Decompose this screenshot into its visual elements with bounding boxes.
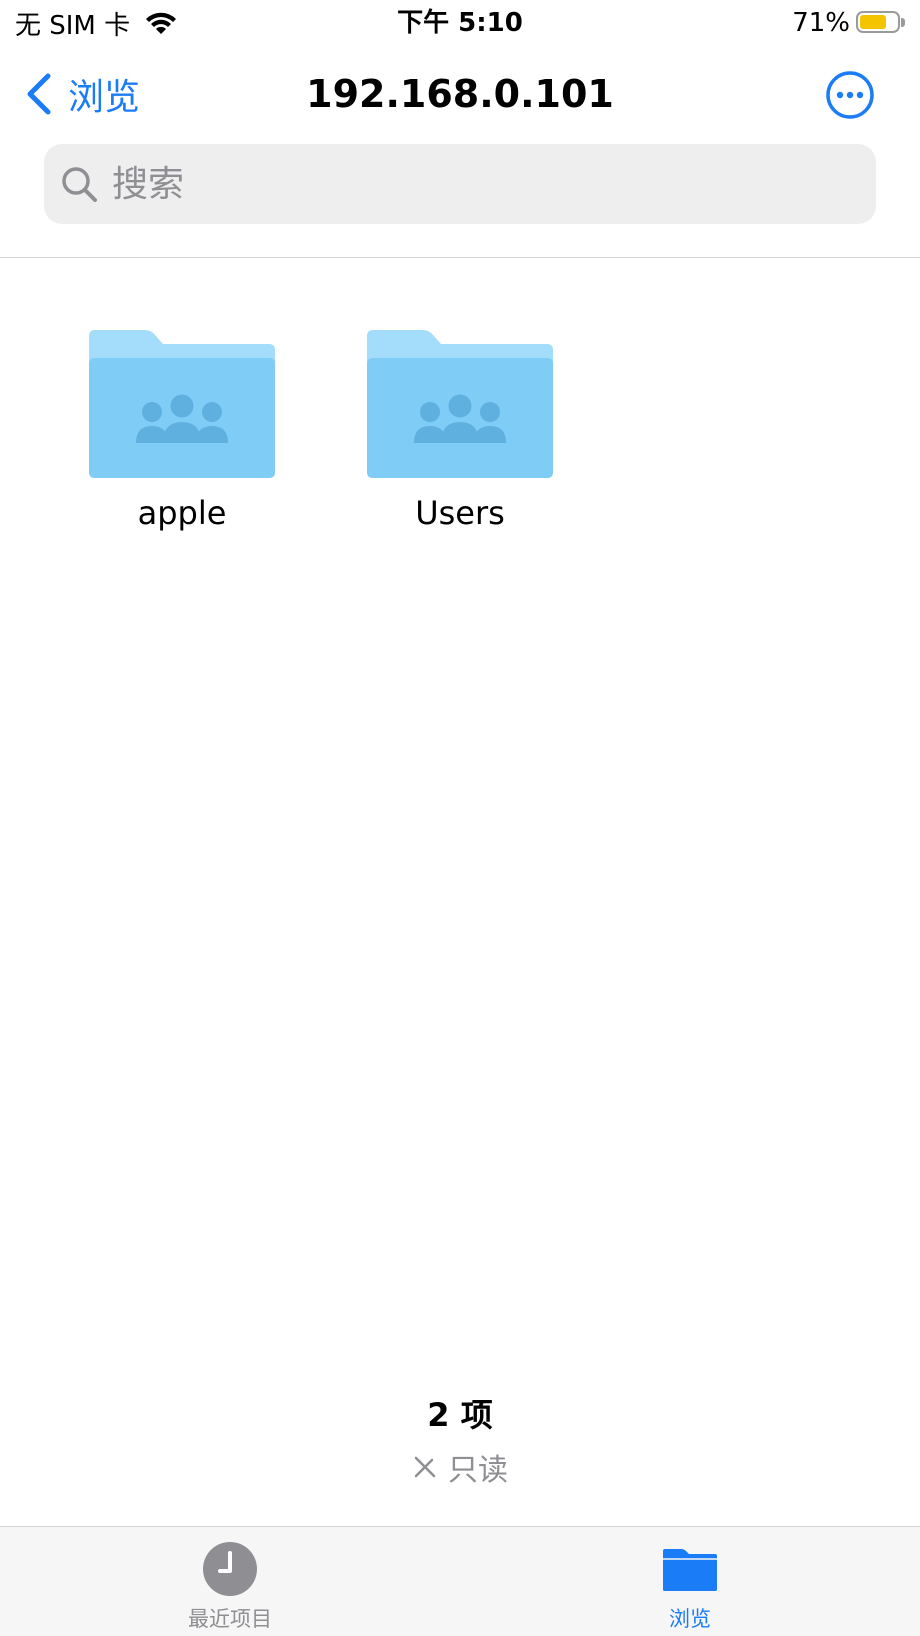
navigation-bar: 浏览 192.168.0.101 bbox=[0, 56, 920, 132]
folder-name: Users bbox=[415, 494, 505, 532]
page-title: 192.168.0.101 bbox=[306, 72, 614, 116]
files-app-screen: 无 SIM 卡 下午 5:10 71% 浏览 192.168.0.101 搜索 … bbox=[0, 0, 920, 1636]
tab-browse[interactable]: 浏览 bbox=[610, 1541, 770, 1633]
folder-item-users[interactable]: Users bbox=[350, 326, 570, 532]
clock-icon bbox=[203, 1542, 257, 1596]
folder-item-apple[interactable]: apple bbox=[72, 326, 292, 532]
search-icon bbox=[62, 167, 97, 202]
read-only-label: 只读 bbox=[448, 1453, 508, 1488]
search-bar[interactable] bbox=[44, 144, 876, 224]
battery-icon bbox=[856, 11, 906, 35]
read-only-indicator: 只读 bbox=[0, 1445, 920, 1489]
folder-icon bbox=[663, 1549, 717, 1591]
tab-label: 浏览 bbox=[669, 1607, 711, 1631]
ellipsis-circle-icon[interactable] bbox=[825, 70, 875, 120]
pencil-slash-icon bbox=[414, 1456, 436, 1478]
tab-label: 最近项目 bbox=[188, 1607, 272, 1631]
folder-name: apple bbox=[137, 494, 227, 532]
header-divider bbox=[0, 257, 920, 258]
shared-folder-icon bbox=[89, 330, 275, 478]
tab-bar: 最近项目 浏览 bbox=[0, 1526, 920, 1636]
battery-percent: 71% bbox=[792, 8, 850, 38]
item-count: 2 项 bbox=[427, 1396, 493, 1434]
search-input[interactable] bbox=[110, 162, 814, 206]
status-bar: 无 SIM 卡 下午 5:10 71% bbox=[0, 0, 920, 46]
shared-folder-icon bbox=[367, 330, 553, 478]
tab-recents[interactable]: 最近项目 bbox=[150, 1541, 310, 1633]
status-right: 71% bbox=[792, 6, 906, 40]
status-time: 下午 5:10 bbox=[397, 8, 523, 38]
